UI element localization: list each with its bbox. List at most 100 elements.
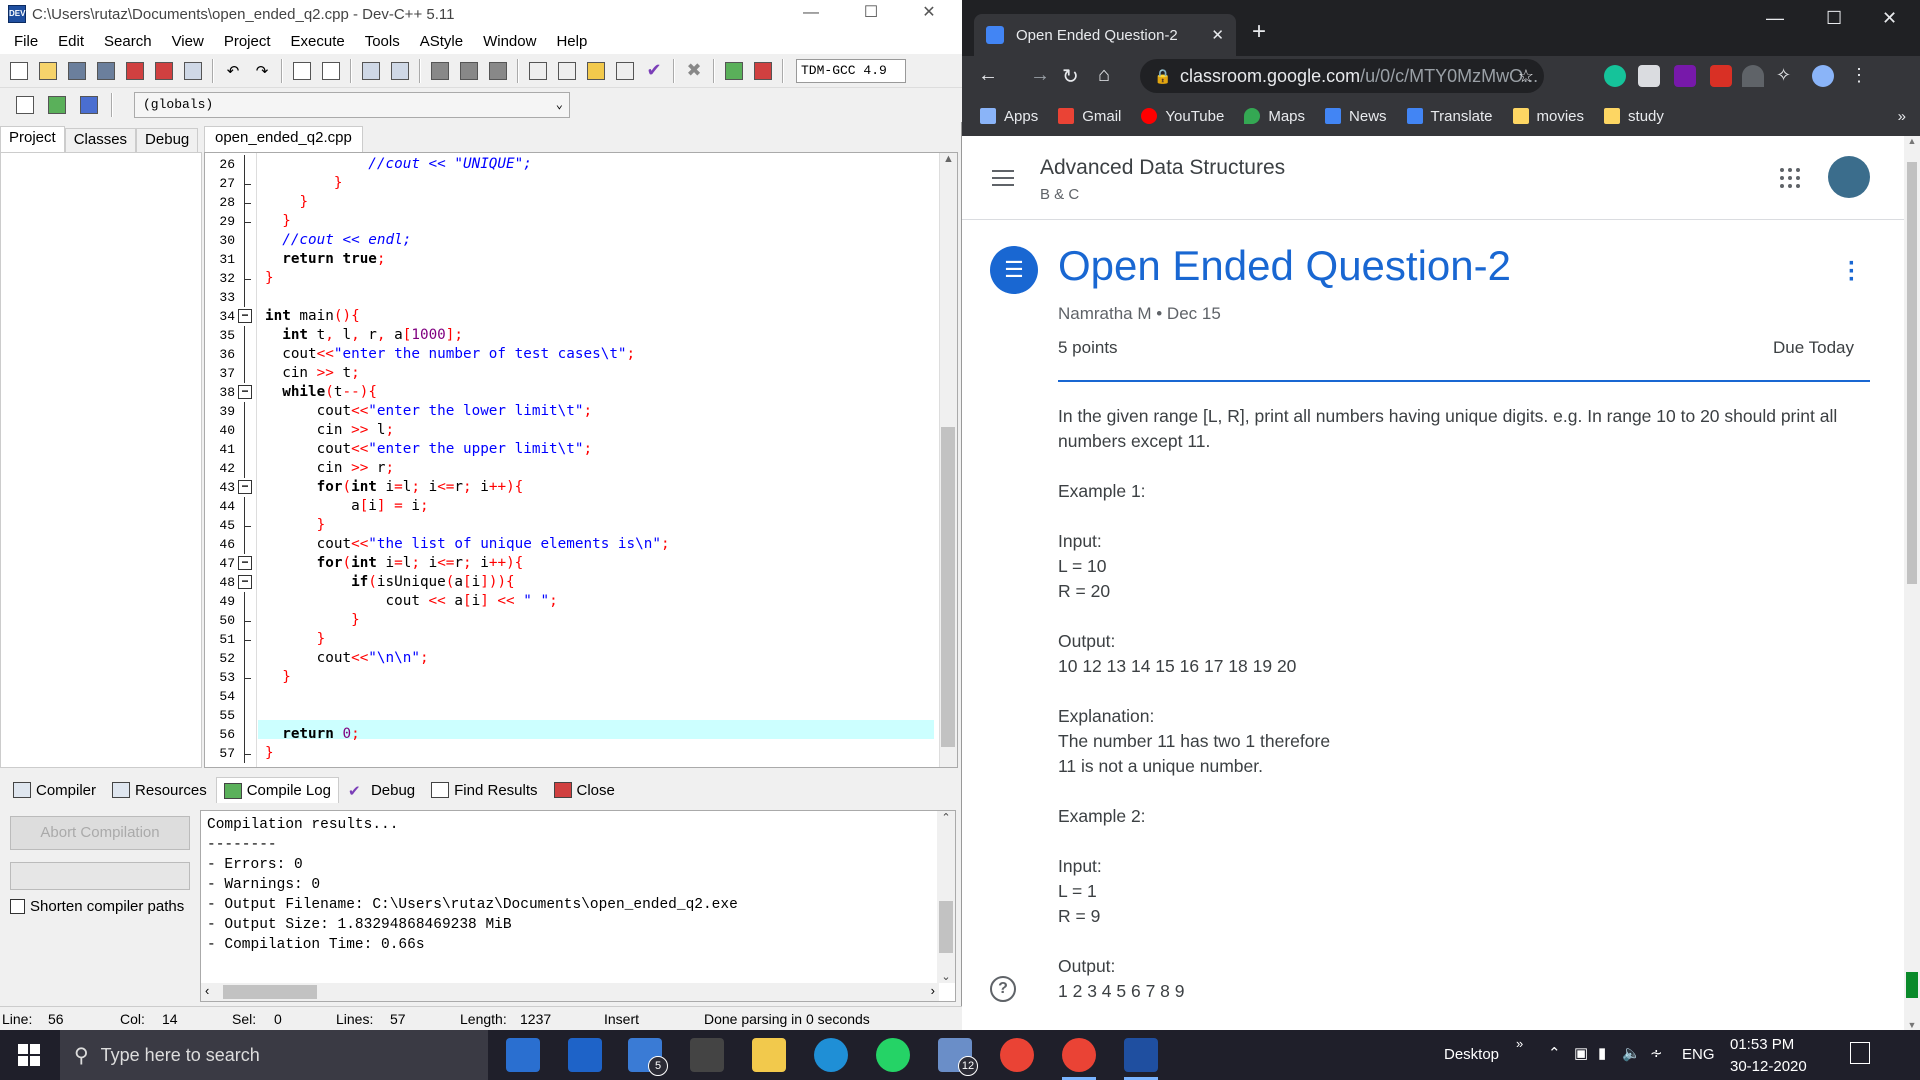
chrome-menu-icon[interactable]: ⋮ <box>1848 65 1870 87</box>
minimize-button[interactable]: — <box>1766 8 1784 29</box>
abort-compilation-button[interactable]: Abort Compilation <box>10 816 190 850</box>
compile-log-output[interactable]: Compilation results... -------- - Errors… <box>200 810 956 1002</box>
indent-icon[interactable] <box>358 58 384 84</box>
bookmark-gmail[interactable]: Gmail <box>1058 108 1121 125</box>
code-line[interactable]: cout<<"enter the upper limit\t"; <box>265 440 592 459</box>
fold-collapse-icon[interactable]: − <box>238 385 252 399</box>
compiler-select[interactable]: TDM-GCC 4.9 <box>796 58 906 83</box>
bookmark-maps[interactable]: Maps <box>1244 108 1305 125</box>
code-line[interactable]: } <box>265 212 291 231</box>
calendar-icon[interactable] <box>568 1038 602 1072</box>
menu-edit[interactable]: Edit <box>48 33 94 50</box>
bookmark-news[interactable]: News <box>1325 108 1387 125</box>
save-all-icon[interactable] <box>93 58 119 84</box>
battery-icon[interactable]: ▮ <box>1598 1044 1606 1062</box>
video-extension-icon[interactable] <box>1710 65 1732 87</box>
code-line[interactable]: for(int i=l; i<=r; i++){ <box>265 478 524 497</box>
fold-collapse-icon[interactable]: − <box>238 480 252 494</box>
bookmarks-overflow-icon[interactable]: » <box>1898 108 1906 125</box>
clock-time[interactable]: 01:53 PM <box>1730 1036 1794 1053</box>
profile-icon[interactable] <box>721 58 747 84</box>
desktop-label[interactable]: Desktop <box>1444 1046 1499 1063</box>
editor-vertical-scrollbar[interactable]: ▲ <box>939 153 957 767</box>
open-file-icon[interactable] <box>35 58 61 84</box>
headphones-icon[interactable] <box>1742 65 1764 87</box>
tab-project[interactable]: Project <box>0 126 65 152</box>
address-bar[interactable]: 🔒 classroom.google.com/u/0/c/MTY0MzMwO..… <box>1140 59 1544 93</box>
tab-resources[interactable]: Resources <box>105 777 214 803</box>
back-icon[interactable]: ← <box>978 64 998 87</box>
menu-help[interactable]: Help <box>546 33 597 50</box>
fold-collapse-icon[interactable]: − <box>238 309 252 323</box>
scroll-down-icon[interactable]: ▼ <box>1904 1020 1920 1030</box>
bookmark-movies[interactable]: movies <box>1512 108 1584 125</box>
code-line[interactable]: //cout << endl; <box>265 231 411 250</box>
google-apps-icon[interactable] <box>1780 168 1800 188</box>
close-button[interactable]: ✕ <box>906 0 952 28</box>
fold-collapse-icon[interactable]: − <box>238 575 252 589</box>
notifications-icon[interactable] <box>1850 1042 1870 1064</box>
file-explorer-icon[interactable] <box>752 1038 786 1072</box>
code-line[interactable]: for(int i=l; i<=r; i++){ <box>265 554 524 573</box>
reload-icon[interactable]: ↻ <box>1062 64 1079 89</box>
code-line[interactable]: return 0; <box>265 725 359 744</box>
log-h-scroll-thumb[interactable] <box>223 985 317 999</box>
account-avatar[interactable] <box>1828 156 1870 198</box>
undo-icon[interactable]: ↶ <box>220 58 246 84</box>
print-icon[interactable] <box>180 58 206 84</box>
desktop-chevron[interactable]: » <box>1516 1036 1523 1051</box>
mail-icon[interactable]: 5 <box>628 1038 668 1076</box>
extension-window-icon[interactable] <box>1638 65 1660 87</box>
home-icon[interactable]: ⌂ <box>1098 64 1110 87</box>
chrome-active-icon[interactable] <box>1062 1038 1096 1080</box>
menu-project[interactable]: Project <box>214 33 281 50</box>
editor-scroll-thumb[interactable] <box>941 427 955 747</box>
delete-profile-icon[interactable] <box>750 58 776 84</box>
tray-expand-icon[interactable]: ⌃ <box>1548 1044 1561 1062</box>
editor-tab-file[interactable]: open_ended_q2.cpp <box>204 126 363 152</box>
code-line[interactable]: int t, l, r, a[1000]; <box>265 326 463 345</box>
code-line[interactable]: cout << a[i] << " "; <box>265 592 558 611</box>
forward-icon[interactable] <box>456 58 482 84</box>
volume-icon[interactable]: 🔈 <box>1622 1044 1641 1062</box>
scroll-down-icon[interactable]: ⌄ <box>937 970 955 983</box>
unindent-icon[interactable] <box>387 58 413 84</box>
code-line[interactable]: cin >> l; <box>265 421 394 440</box>
tab-debug[interactable]: Debug <box>136 128 199 152</box>
page-scroll-thumb[interactable] <box>1907 162 1917 584</box>
redo-icon[interactable]: ↷ <box>249 58 275 84</box>
menu-file[interactable]: File <box>4 33 48 50</box>
save-icon[interactable] <box>64 58 90 84</box>
grammarly-icon[interactable] <box>1604 65 1626 87</box>
log-horizontal-scrollbar[interactable]: ‹ › <box>201 983 939 1001</box>
course-name[interactable]: Advanced Data Structures <box>1040 156 1285 180</box>
code-line[interactable]: cout<<"the list of unique elements is\n"… <box>265 535 670 554</box>
extensions-puzzle-icon[interactable]: ✧ <box>1776 65 1798 87</box>
bookmark-apps[interactable]: Apps <box>980 108 1038 125</box>
log-vertical-scrollbar[interactable]: ⌃ ⌄ <box>937 811 955 983</box>
new-tab-button[interactable]: + <box>1252 18 1266 46</box>
close-tab-icon[interactable]: ✕ <box>1211 26 1224 44</box>
close-button[interactable]: ✕ <box>1882 8 1897 29</box>
forward-icon[interactable]: → <box>1030 64 1050 87</box>
code-line[interactable]: } <box>265 174 343 193</box>
windows-start-icon[interactable] <box>18 1044 40 1066</box>
code-line[interactable]: return true; <box>265 250 385 269</box>
menu-execute[interactable]: Execute <box>281 33 355 50</box>
code-line[interactable]: a[i] = i; <box>265 497 429 516</box>
compile-icon[interactable] <box>525 58 551 84</box>
chrome-icon[interactable] <box>1000 1038 1034 1072</box>
scroll-up-icon[interactable]: ⌃ <box>937 811 955 824</box>
close-all-icon[interactable] <box>151 58 177 84</box>
replace-icon[interactable] <box>318 58 344 84</box>
code-line[interactable]: } <box>265 630 326 649</box>
more-options-icon[interactable]: · · · <box>1848 252 1856 292</box>
new-file-icon[interactable] <box>6 58 32 84</box>
code-line[interactable]: int main(){ <box>265 307 360 326</box>
code-line[interactable]: cout<<"\n\n"; <box>265 649 429 668</box>
cortana-device-icon[interactable] <box>506 1038 540 1072</box>
tab-classes[interactable]: Classes <box>64 128 137 152</box>
menu-view[interactable]: View <box>162 33 214 50</box>
code-line[interactable]: cout<<"enter the lower limit\t"; <box>265 402 592 421</box>
code-line[interactable]: } <box>265 516 326 535</box>
